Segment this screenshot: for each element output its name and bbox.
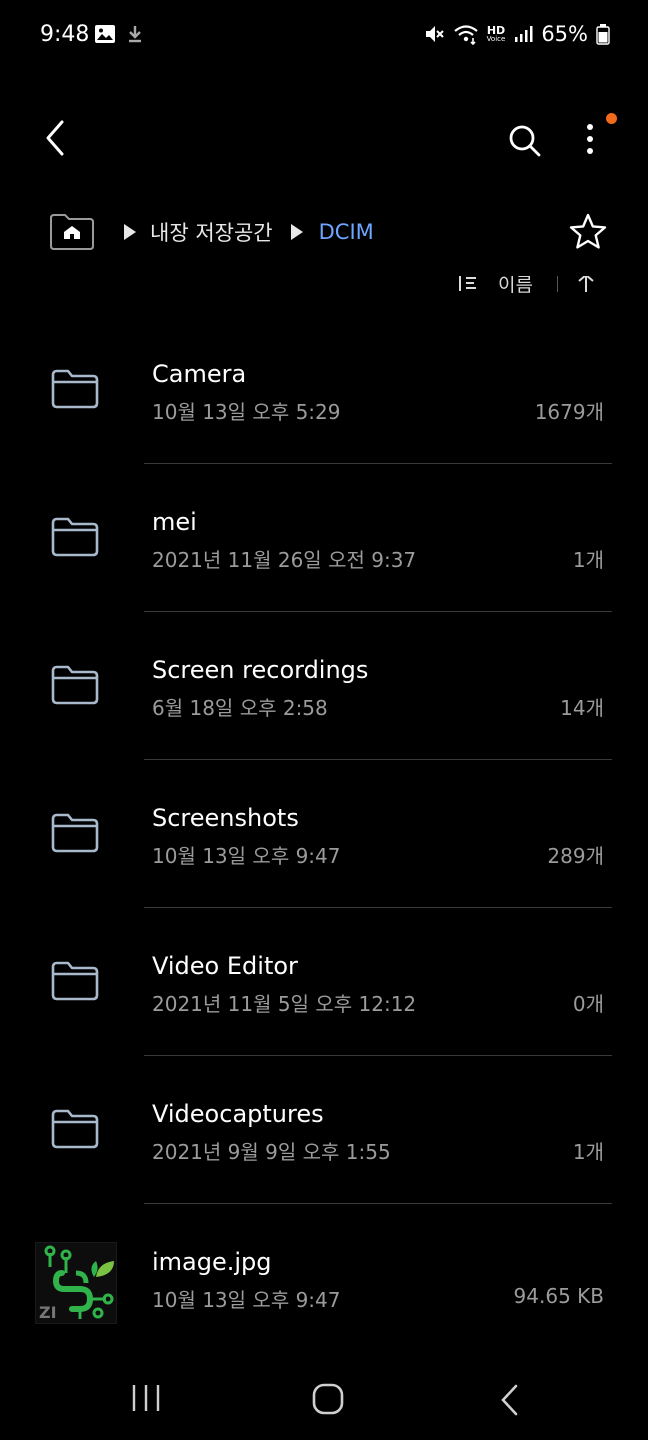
list-item[interactable]: Videocaptures 2021년 9월 9일 오후 1:55 1개 (0, 1056, 648, 1204)
chevron-left-icon (46, 120, 64, 156)
navigation-bar (0, 1360, 648, 1440)
sort-divider (556, 276, 558, 292)
back-button[interactable] (32, 116, 80, 164)
file-date: 10월 13일 오후 5:29 (152, 400, 341, 424)
folder-icon (51, 665, 99, 705)
file-date: 2021년 11월 5일 오후 12:12 (152, 992, 417, 1016)
image-thumbnail: ZI (35, 1242, 117, 1324)
recent-apps-icon (132, 1385, 160, 1411)
star-icon (569, 213, 607, 249)
sort-icon[interactable] (456, 276, 480, 294)
file-size: 94.65 KB (513, 1284, 604, 1308)
search-button[interactable] (500, 116, 550, 166)
favorite-button[interactable] (566, 210, 610, 254)
image-icon (95, 25, 115, 43)
file-count: 1679개 (534, 400, 604, 424)
sort-row: 이름 (450, 276, 620, 306)
list-item[interactable]: Screenshots 10월 13일 오후 9:47 289개 (0, 760, 648, 908)
file-count: 1개 (572, 548, 604, 572)
download-icon (129, 26, 141, 43)
breadcrumb-arrow-icon (290, 224, 303, 240)
mute-icon (425, 26, 444, 42)
folder-icon (51, 369, 99, 409)
notification-dot (606, 113, 617, 124)
file-name: Video Editor (152, 952, 298, 980)
thumb-label: ZI (39, 1303, 57, 1322)
file-name: Videocaptures (152, 1100, 324, 1128)
file-name: image.jpg (152, 1248, 272, 1276)
home-folder-icon (50, 214, 94, 250)
file-date: 2021년 11월 26일 오전 9:37 (152, 548, 417, 572)
file-count: 0개 (572, 992, 604, 1016)
folder-icon (51, 1109, 99, 1149)
back-nav-button[interactable] (496, 1382, 526, 1418)
file-name: Screen recordings (152, 656, 369, 684)
recent-apps-button[interactable] (128, 1382, 168, 1414)
home-icon (312, 1383, 344, 1415)
status-time: 9:48 (40, 22, 90, 47)
list-item[interactable]: ZI image.jpg 10월 13일 오후 9:47 94.65 KB (0, 1204, 648, 1352)
breadcrumb: 내장 저장공간 DCIM (40, 200, 620, 264)
list-item[interactable]: mei 2021년 11월 26일 오전 9:37 1개 (0, 464, 648, 612)
folder-icon (51, 813, 99, 853)
toolbar (0, 104, 648, 176)
wifi-icon (453, 25, 478, 45)
file-count: 14개 (560, 696, 604, 720)
home-storage-button[interactable] (46, 211, 98, 253)
more-options-button[interactable] (570, 116, 610, 166)
file-list: Camera 10월 13일 오후 5:29 1679개 mei 2021년 1… (0, 316, 648, 1352)
breadcrumb-current: DCIM (318, 220, 374, 244)
file-count: 1개 (572, 1140, 604, 1164)
breadcrumb-arrow-icon (124, 224, 136, 240)
list-item[interactable]: Camera 10월 13일 오후 5:29 1679개 (0, 316, 648, 464)
hd-voice-badge: HD Voice (486, 24, 506, 43)
more-vertical-icon (587, 124, 593, 154)
list-item[interactable]: Screen recordings 6월 18일 오후 2:58 14개 (0, 612, 648, 760)
back-icon (501, 1384, 518, 1416)
file-name: Screenshots (152, 804, 299, 832)
sort-direction-icon[interactable] (574, 276, 598, 294)
file-date: 2021년 9월 9일 오후 1:55 (152, 1140, 391, 1164)
folder-icon (51, 961, 99, 1001)
battery-icon (596, 24, 610, 45)
file-count: 289개 (547, 844, 604, 868)
status-bar: 9:48 HD Voice 65% (0, 0, 648, 74)
folder-icon (51, 517, 99, 557)
file-date: 6월 18일 오후 2:58 (152, 696, 328, 720)
breadcrumb-internal-storage[interactable]: 내장 저장공간 (150, 217, 273, 247)
battery-percent: 65% (541, 22, 588, 46)
file-name: mei (152, 508, 197, 536)
file-name: Camera (152, 360, 247, 388)
home-button[interactable] (310, 1382, 346, 1416)
list-item[interactable]: Video Editor 2021년 11월 5일 오후 12:12 0개 (0, 908, 648, 1056)
file-date: 10월 13일 오후 9:47 (152, 1288, 341, 1312)
signal-icon (515, 26, 533, 42)
file-date: 10월 13일 오후 9:47 (152, 844, 341, 868)
sort-label[interactable]: 이름 (498, 276, 533, 297)
search-icon (509, 125, 541, 157)
